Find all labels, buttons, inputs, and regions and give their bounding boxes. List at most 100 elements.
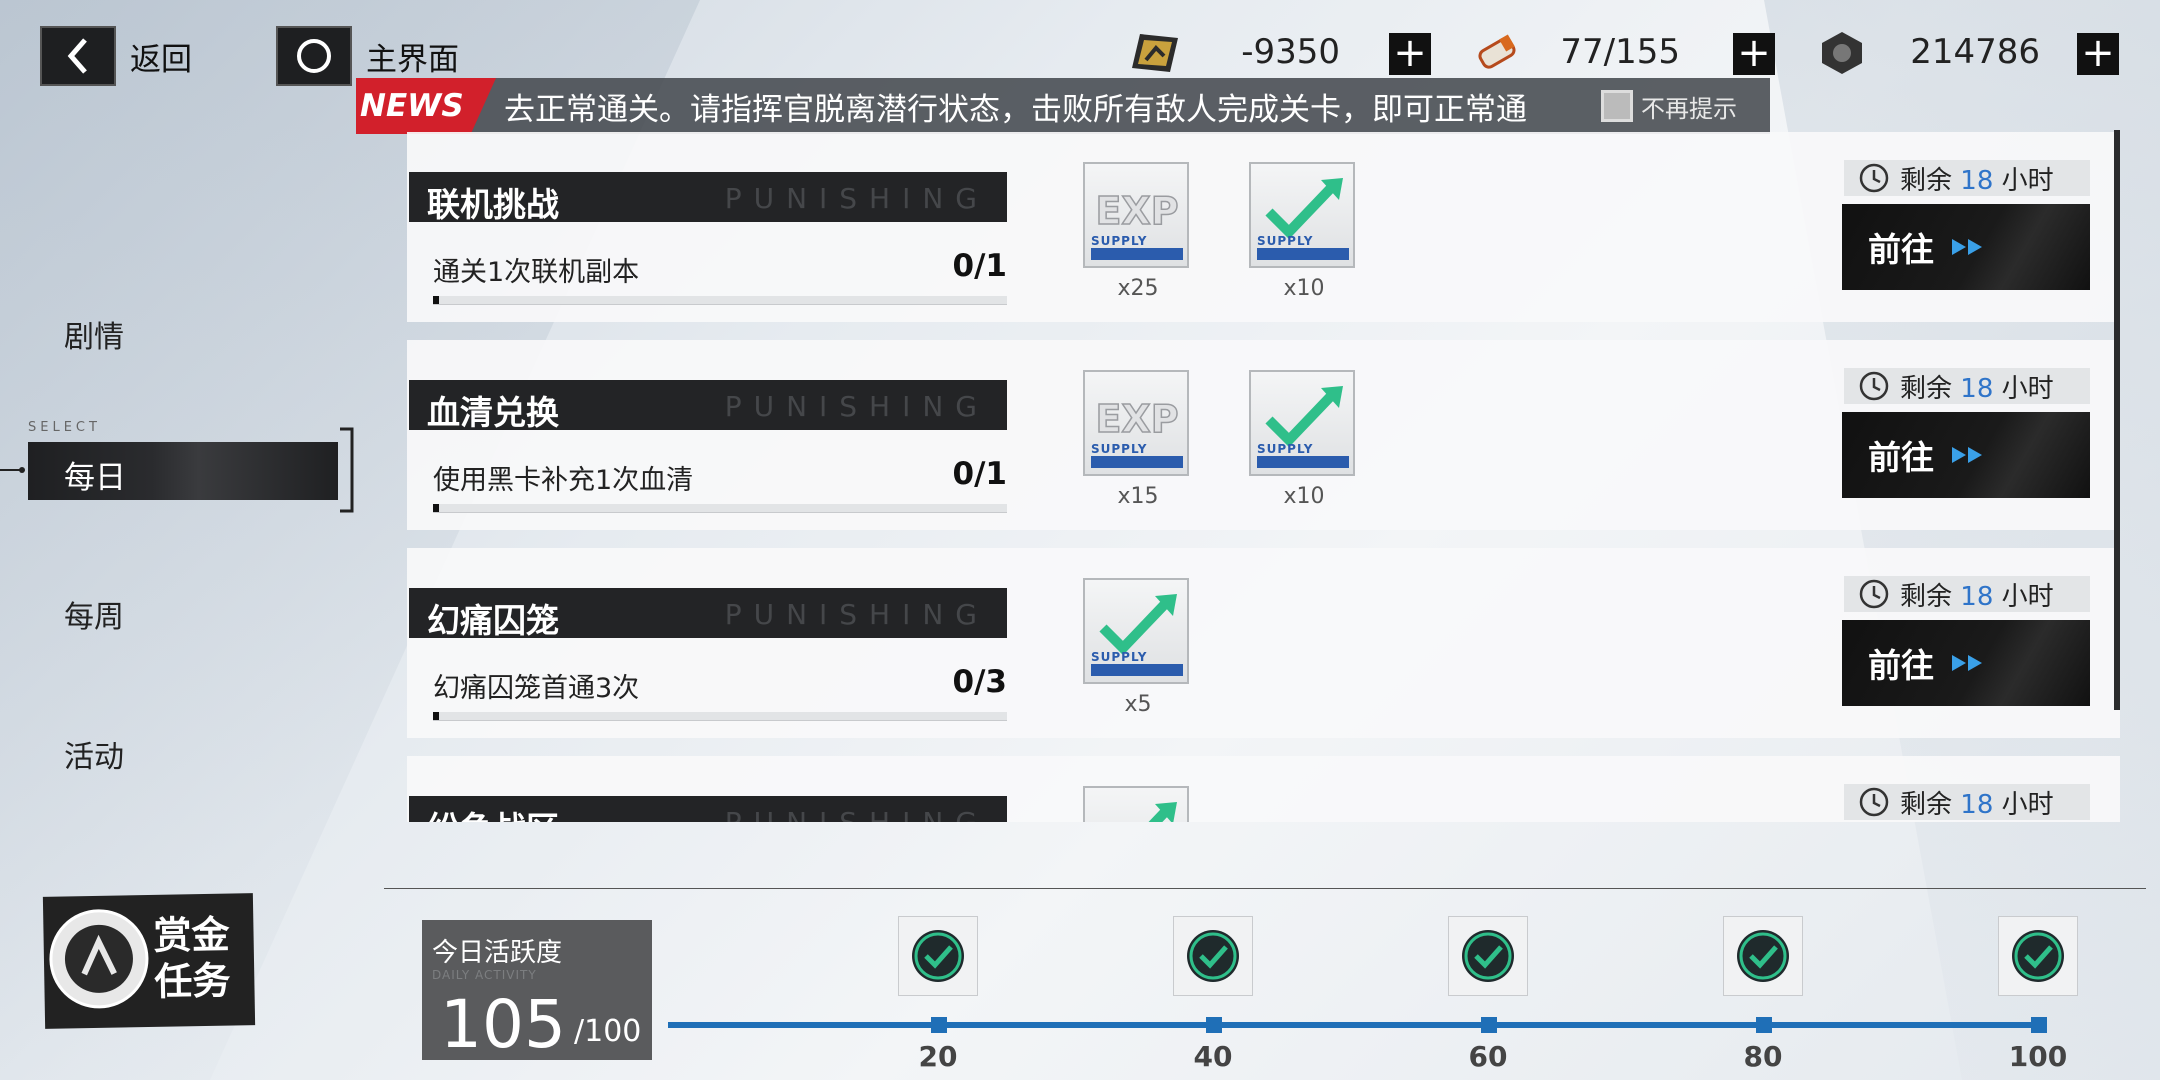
milestone-label: 20 xyxy=(918,1040,958,1073)
task-progress: 0/1 xyxy=(952,456,1007,492)
reward-item[interactable] xyxy=(1083,786,1193,822)
check-reward-icon xyxy=(1187,930,1239,982)
nav-tab-weekly[interactable]: 每周 xyxy=(64,592,124,636)
task-deco-text: PUNISHING xyxy=(725,806,989,822)
double-arrow-icon xyxy=(1952,239,1982,255)
milestone-reward[interactable] xyxy=(1998,916,2078,996)
milestone-reward[interactable] xyxy=(1448,916,1528,996)
milestone-label: 100 xyxy=(2008,1040,2068,1073)
nav-tab-story[interactable]: 剧情 xyxy=(64,312,124,356)
remain-suffix: 小时 xyxy=(2001,581,2054,612)
svg-text:EXP: EXP xyxy=(1095,190,1178,230)
remain-prefix: 剩余 xyxy=(1900,165,1953,196)
clock-icon xyxy=(1859,163,1889,193)
go-button[interactable]: 前往 xyxy=(1842,620,2090,706)
task-progress: 0/1 xyxy=(952,248,1007,284)
milestone-reward[interactable] xyxy=(1723,916,1803,996)
resource-value: 214786 xyxy=(1910,32,2040,72)
remain-number: 18 xyxy=(1960,373,1994,404)
activity-check-supply-icon xyxy=(1265,178,1343,240)
go-label: 前往 xyxy=(1868,230,1934,269)
task-progress-bar xyxy=(433,296,1007,305)
supply-word: SUPPLY xyxy=(1091,234,1148,248)
time-remaining: 剩余 18 小时 xyxy=(1844,160,2090,196)
milestone-node xyxy=(1756,1017,1772,1033)
activity-subtitle: DAILY ACTIVITY xyxy=(432,968,537,982)
go-label: 前往 xyxy=(1868,438,1934,477)
milestone-node xyxy=(1481,1017,1497,1033)
reward-quantity: x10 xyxy=(1283,276,1325,301)
reward-quantity: x15 xyxy=(1117,484,1159,509)
reward-item[interactable]: SUPPLY x10 xyxy=(1249,370,1359,509)
task-progress-bar xyxy=(433,712,1007,721)
activity-title: 今日活跃度 xyxy=(432,938,563,968)
add-black-card-button[interactable]: + xyxy=(1389,33,1431,75)
go-button[interactable]: 前往 xyxy=(1842,204,2090,290)
task-deco-text: PUNISHING xyxy=(724,598,989,631)
reward-item[interactable]: SUPPLY x10 xyxy=(1249,162,1359,301)
task-card: 纷争战区 PUNISHING 剩余 18 小时 xyxy=(407,756,2120,822)
reward-item[interactable]: EXP SUPPLY x15 xyxy=(1083,370,1193,509)
selection-bracket-icon xyxy=(0,427,354,513)
check-reward-icon xyxy=(912,930,964,982)
supply-word: SUPPLY xyxy=(1091,442,1148,456)
remain-suffix: 小时 xyxy=(2001,373,2054,404)
task-progress-bar xyxy=(433,504,1007,513)
task-title: 纷争战区 xyxy=(427,802,559,822)
add-coin-button[interactable]: + xyxy=(2077,33,2119,75)
dont-show-label: 不再提示 xyxy=(1641,94,1737,123)
task-description: 幻痛囚笼首通3次 xyxy=(433,673,640,704)
serum-icon xyxy=(1472,30,1524,80)
task-card: 幻痛囚笼 PUNISHING 幻痛囚笼首通3次 0/3 SUPPLY x5 剩余… xyxy=(407,548,2120,738)
task-title: 联机挑战 xyxy=(427,185,559,224)
back-arrow-icon xyxy=(40,26,116,86)
back-label: 返回 xyxy=(130,41,192,78)
back-button[interactable]: 返回 xyxy=(40,26,192,86)
check-reward-icon xyxy=(1737,930,1789,982)
double-arrow-icon xyxy=(1952,655,1982,671)
activity-check-supply-icon xyxy=(1099,594,1177,656)
task-description: 使用黑卡补充1次血清 xyxy=(433,465,694,496)
task-title: 幻痛囚笼 xyxy=(427,601,559,640)
exp-supply-icon: EXP xyxy=(1095,190,1180,230)
bounty-label-line2: 任务 xyxy=(153,958,231,1004)
milestone-node xyxy=(2031,1017,2047,1033)
add-serum-button[interactable]: + xyxy=(1733,33,1775,75)
activity-track xyxy=(668,1022,2038,1028)
bounty-task-button[interactable]: 赏金 任务 xyxy=(42,893,256,1029)
remain-number: 18 xyxy=(1960,581,1994,612)
task-title-bar: 纷争战区 PUNISHING xyxy=(409,796,1007,822)
supply-word: SUPPLY xyxy=(1091,650,1148,664)
bounty-emblem-icon xyxy=(49,909,149,1009)
reward-item[interactable]: EXP SUPPLY x25 xyxy=(1083,162,1193,301)
remain-prefix: 剩余 xyxy=(1900,789,1953,820)
milestone-label: 60 xyxy=(1468,1040,1508,1073)
task-card: 联机挑战 PUNISHING 通关1次联机副本 0/1 EXP SUPPLY x… xyxy=(407,132,2120,322)
task-list[interactable]: 联机挑战 PUNISHING 通关1次联机副本 0/1 EXP SUPPLY x… xyxy=(405,130,2120,822)
task-title: 血清兑换 xyxy=(427,393,559,432)
task-deco-text: PUNISHING xyxy=(724,390,989,423)
reward-quantity: x10 xyxy=(1283,484,1325,509)
scrollbar[interactable] xyxy=(2114,130,2120,710)
activity-value: 105 xyxy=(440,986,566,1063)
milestone-reward[interactable] xyxy=(1173,916,1253,996)
activity-check-supply-icon xyxy=(1265,386,1343,448)
supply-word: SUPPLY xyxy=(1257,234,1314,248)
daily-activity-panel: 今日活跃度 DAILY ACTIVITY 105 /100 xyxy=(422,920,652,1063)
home-button[interactable]: 主界面 xyxy=(276,26,459,86)
resource-value: 77/155 xyxy=(1560,32,1680,72)
nav-tab-event[interactable]: 活动 xyxy=(64,732,124,776)
go-label: 前往 xyxy=(1868,646,1934,685)
task-title-bar: 幻痛囚笼 PUNISHING xyxy=(409,588,1007,640)
task-card: 血清兑换 PUNISHING 使用黑卡补充1次血清 0/1 EXP SUPPLY… xyxy=(407,340,2120,530)
go-button[interactable]: 前往 xyxy=(1842,412,2090,498)
milestone-reward[interactable] xyxy=(898,916,978,996)
time-remaining: 剩余 18 小时 xyxy=(1844,576,2090,612)
dont-show-checkbox[interactable] xyxy=(1601,90,1633,122)
remain-suffix: 小时 xyxy=(2001,789,2054,820)
coin-nut-icon xyxy=(1818,30,1866,80)
remain-number: 18 xyxy=(1960,165,1994,196)
milestone-label: 80 xyxy=(1743,1040,1783,1073)
time-remaining: 剩余 18 小时 xyxy=(1844,784,2090,820)
reward-item[interactable]: SUPPLY x5 xyxy=(1083,578,1193,717)
